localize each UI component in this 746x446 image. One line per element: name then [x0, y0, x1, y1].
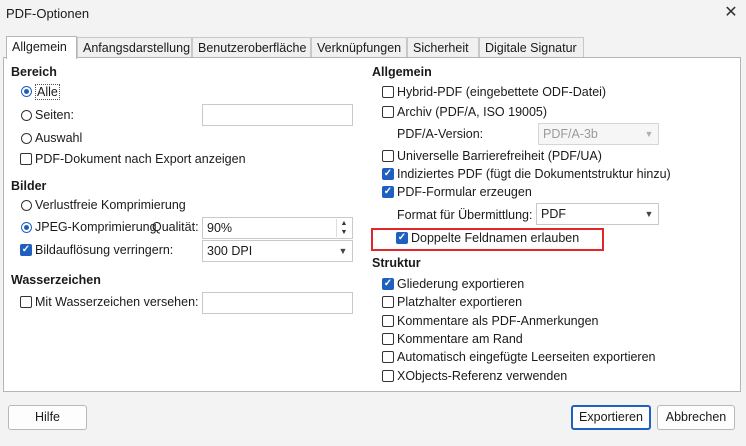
pages-input[interactable]: [202, 104, 353, 126]
checkbox-placeholders[interactable]: [382, 296, 394, 308]
cancel-button-label: Abbrechen: [665, 410, 727, 424]
watermark-header: Wasserzeichen: [11, 273, 101, 287]
blank-pages-label[interactable]: Automatisch eingefügte Leerseiten export…: [397, 350, 656, 364]
quality-value: 90%: [207, 221, 233, 235]
chevron-down-icon: ▼: [644, 209, 654, 219]
submit-format-label: Format für Übermittlung:: [397, 208, 533, 222]
view-pdf-label[interactable]: PDF-Dokument nach Export anzeigen: [35, 152, 246, 166]
tagged-pdf-label[interactable]: Indiziertes PDF (fügt die Dokumentstrukt…: [397, 167, 671, 181]
radio-all[interactable]: [21, 86, 32, 97]
watermark-input[interactable]: [202, 292, 353, 314]
export-button[interactable]: Exportieren: [571, 405, 651, 430]
images-header: Bilder: [11, 179, 47, 193]
radio-pages[interactable]: [21, 110, 32, 121]
chevron-down-icon: ▼: [644, 129, 654, 139]
spin-up-icon[interactable]: ▲: [336, 219, 351, 228]
tab-anfangsdarstellung[interactable]: Anfangsdarstellung: [77, 37, 192, 57]
radio-pages-label[interactable]: Seiten:: [35, 108, 74, 122]
comments-label[interactable]: Kommentare als PDF-Anmerkungen: [397, 314, 598, 328]
checkbox-pdfua[interactable]: [382, 150, 394, 162]
close-icon[interactable]: ✕: [720, 2, 742, 24]
submit-format-dropdown[interactable]: PDF ▼: [536, 203, 659, 225]
pdfua-label[interactable]: Universelle Barrierefreiheit (PDF/UA): [397, 149, 602, 163]
radio-all-label[interactable]: Alle: [35, 84, 60, 100]
checkbox-comments[interactable]: [382, 315, 394, 327]
checkbox-blank-pages[interactable]: [382, 351, 394, 363]
checkbox-tagged-pdf[interactable]: ✓: [382, 168, 394, 180]
checkbox-duplicate-fields[interactable]: ✓: [396, 232, 408, 244]
help-button[interactable]: Hilfe: [8, 405, 87, 430]
checkbox-xobjects[interactable]: [382, 370, 394, 382]
chevron-down-icon: ▼: [338, 246, 348, 256]
checkbox-reduce-resolution[interactable]: ✓: [20, 244, 32, 256]
help-button-label: Hilfe: [34, 410, 60, 424]
xobjects-label[interactable]: XObjects-Referenz verwenden: [397, 369, 567, 383]
tab-sicherheit[interactable]: Sicherheit: [407, 37, 479, 57]
radio-selection[interactable]: [21, 133, 32, 144]
tab-verknuepfungen[interactable]: Verknüpfungen: [311, 37, 407, 57]
range-header: Bereich: [11, 65, 57, 79]
checkbox-create-form[interactable]: ✓: [382, 186, 394, 198]
hybrid-label[interactable]: Hybrid-PDF (eingebettete ODF-Datei): [397, 85, 606, 99]
quality-label: Qualität:: [152, 220, 199, 234]
tab-bar: Allgemein Anfangsdarstellung Benutzerobe…: [3, 36, 741, 59]
structure-header: Struktur: [372, 256, 421, 270]
cancel-button[interactable]: Abbrechen: [657, 405, 735, 430]
reduce-resolution-label[interactable]: Bildauflösung verringern:: [35, 243, 173, 257]
export-button-label: Exportieren: [579, 410, 643, 424]
tab-digitale-signatur[interactable]: Digitale Signatur: [479, 37, 584, 57]
duplicate-fields-label[interactable]: Doppelte Feldnamen erlauben: [411, 231, 579, 245]
dpi-value: 300 DPI: [207, 244, 253, 258]
quality-spinbox[interactable]: 90% ▲ ▼: [202, 217, 353, 239]
checkbox-archive[interactable]: [382, 106, 394, 118]
pdfa-version-value: PDF/A-3b: [543, 127, 598, 141]
comments-margin-label[interactable]: Kommentare am Rand: [397, 332, 523, 346]
jpeg-label[interactable]: JPEG-Komprimierung: [35, 220, 157, 234]
checkbox-watermark[interactable]: [20, 296, 32, 308]
spin-down-icon[interactable]: ▼: [336, 228, 351, 237]
general-header: Allgemein: [372, 65, 432, 79]
checkbox-hybrid[interactable]: [382, 86, 394, 98]
tab-benutzeroberflaeche[interactable]: Benutzeroberfläche: [192, 37, 311, 57]
bookmarks-label[interactable]: Gliederung exportieren: [397, 277, 524, 291]
pdfa-version-dropdown[interactable]: PDF/A-3b ▼: [538, 123, 659, 145]
dpi-dropdown[interactable]: 300 DPI ▼: [202, 240, 353, 262]
window-title: PDF-Optionen: [6, 6, 90, 21]
radio-selection-label[interactable]: Auswahl: [35, 131, 82, 145]
placeholders-label[interactable]: Platzhalter exportieren: [397, 295, 522, 309]
checkbox-bookmarks[interactable]: ✓: [382, 278, 394, 290]
lossless-label[interactable]: Verlustfreie Komprimierung: [35, 198, 186, 212]
checkbox-comments-margin[interactable]: [382, 333, 394, 345]
tab-allgemein[interactable]: Allgemein: [6, 36, 77, 59]
watermark-label[interactable]: Mit Wasserzeichen versehen:: [35, 295, 199, 309]
archive-label[interactable]: Archiv (PDF/A, ISO 19005): [397, 105, 547, 119]
submit-format-value: PDF: [541, 207, 566, 221]
radio-jpeg[interactable]: [21, 222, 32, 233]
pdfa-version-label: PDF/A-Version:: [397, 127, 484, 141]
create-form-label[interactable]: PDF-Formular erzeugen: [397, 185, 532, 199]
checkbox-view-pdf[interactable]: [20, 153, 32, 165]
radio-lossless[interactable]: [21, 200, 32, 211]
